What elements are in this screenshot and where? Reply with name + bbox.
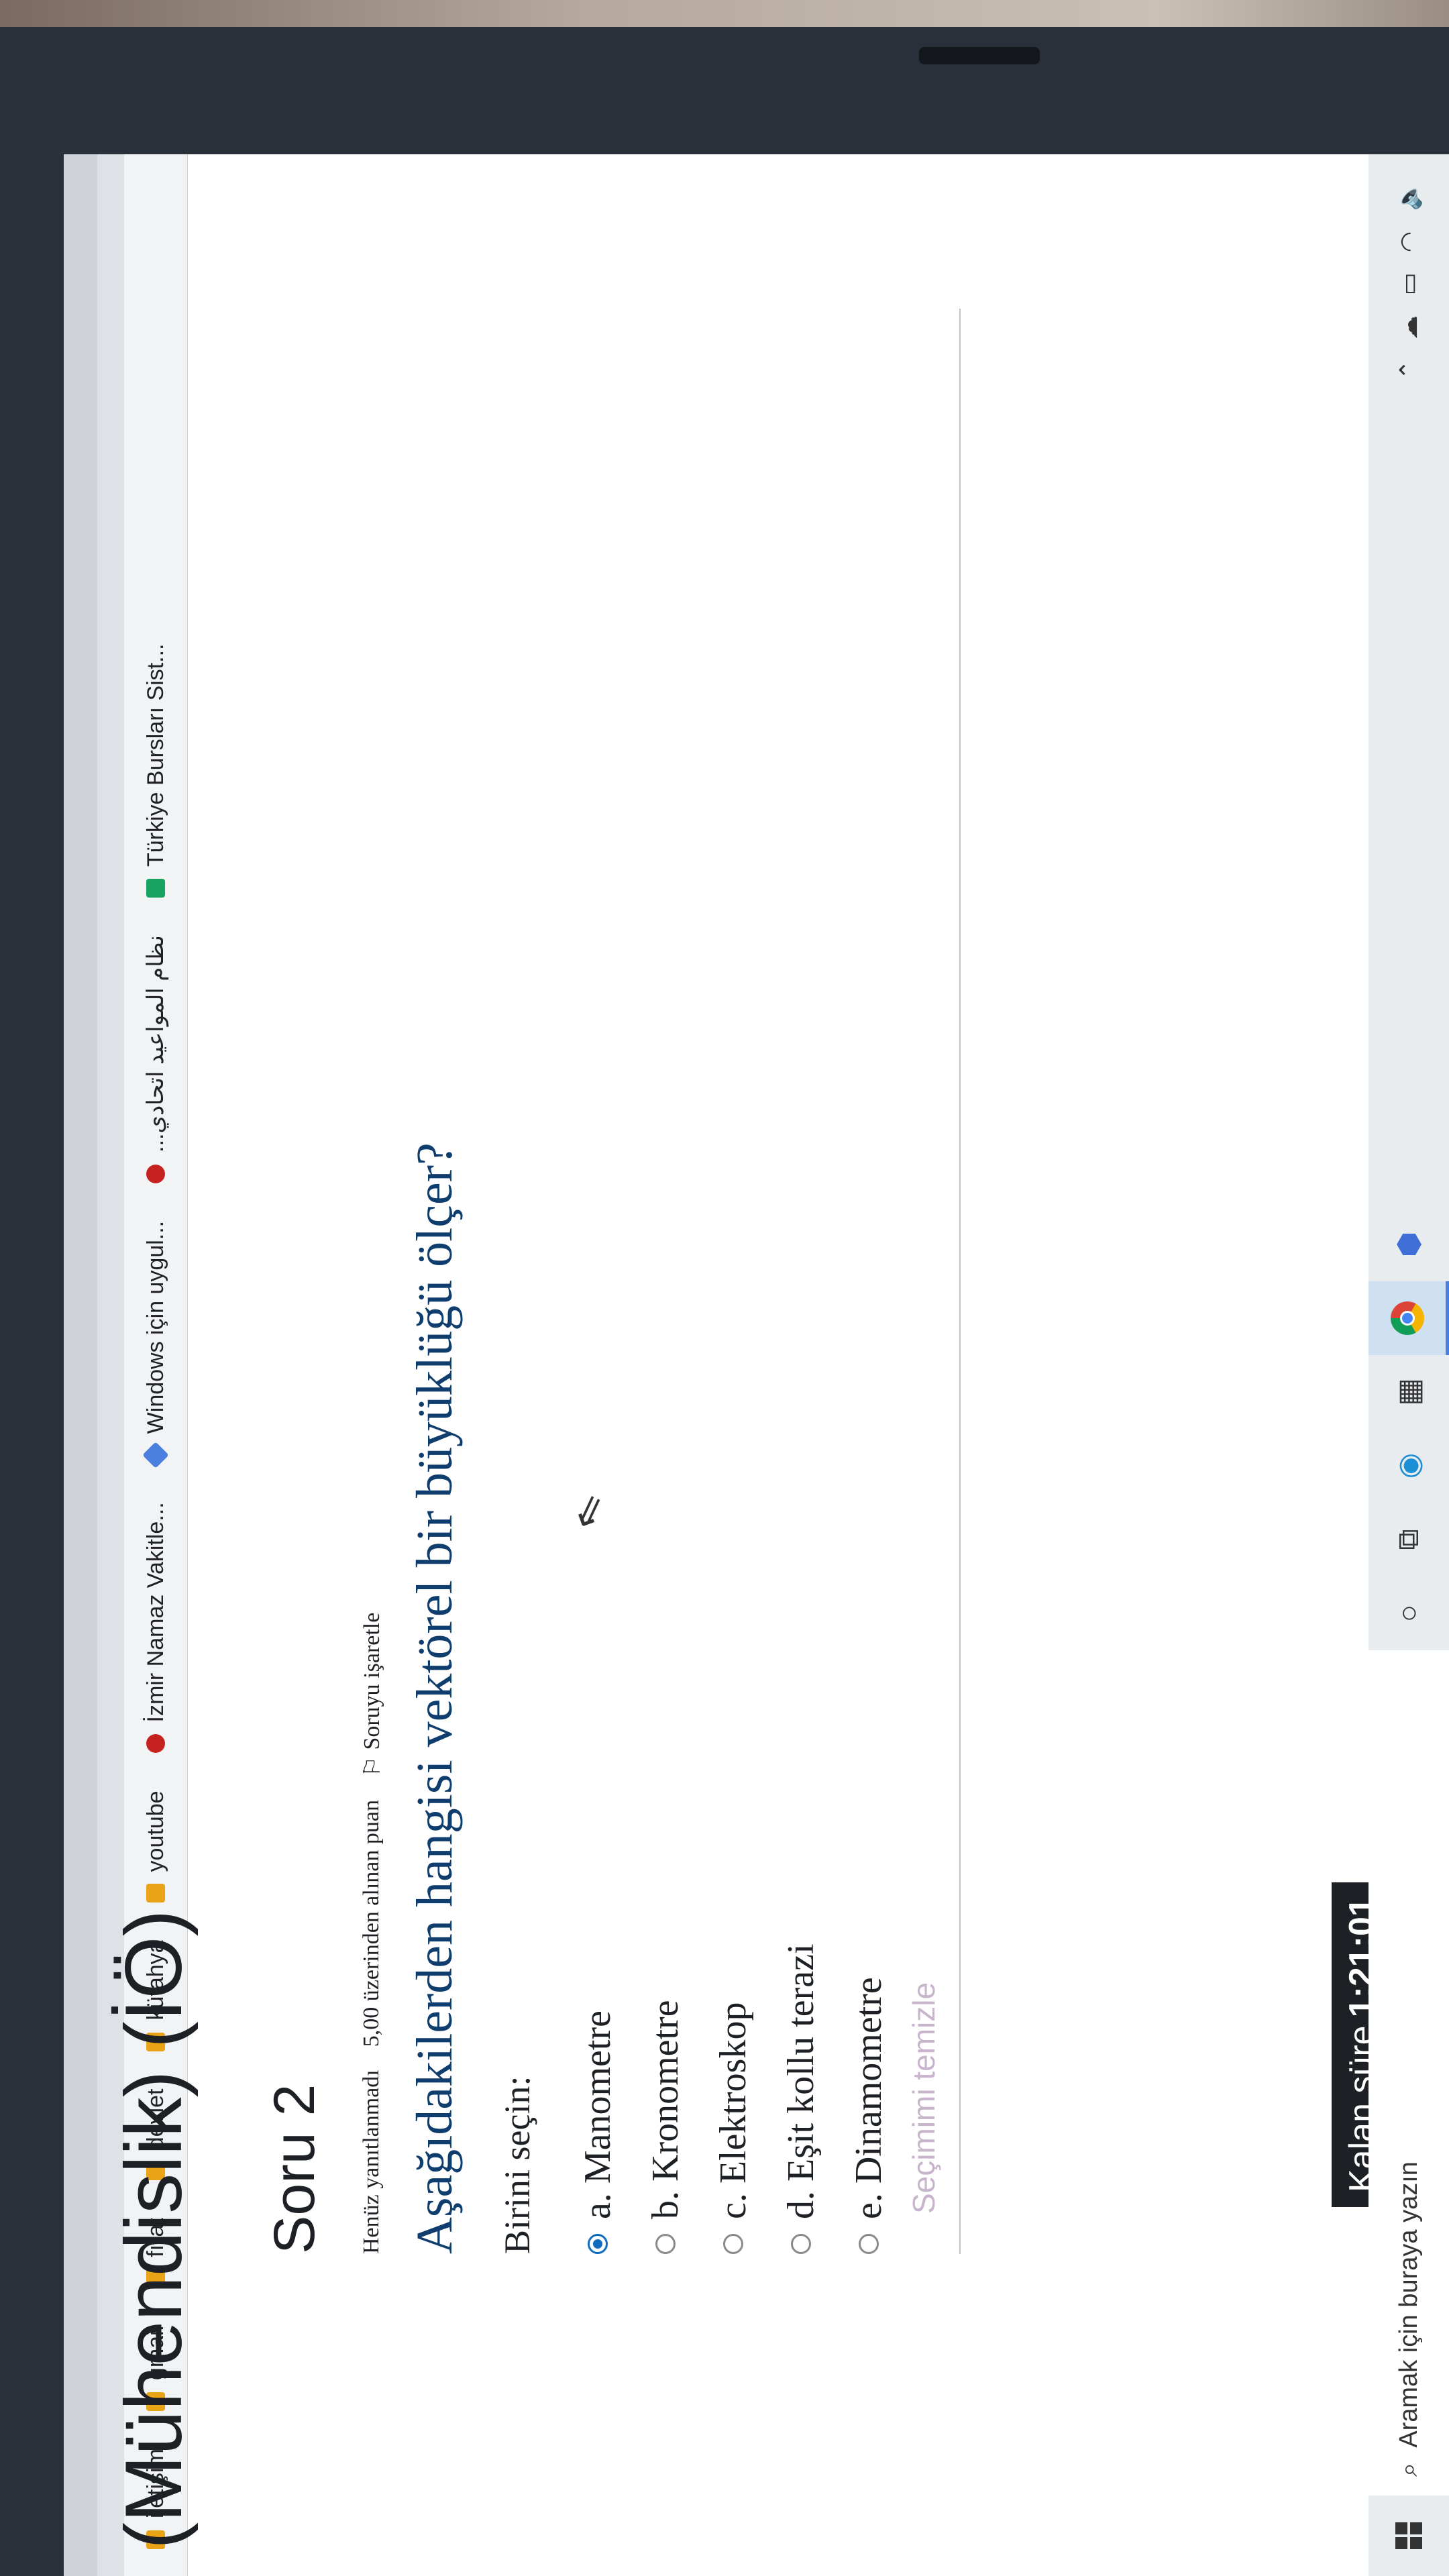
clear-choice-link[interactable]: Seçimimi temizle: [906, 1982, 942, 2214]
browser-tab-strip: [64, 154, 97, 2576]
red-logo-icon: [146, 1164, 165, 1183]
radio-icon[interactable]: [655, 2234, 676, 2254]
question-title: Soru 2: [262, 2084, 327, 2254]
battery-icon[interactable]: ▭: [1395, 272, 1423, 295]
course-title: (Mühendislik) (İÖ): [109, 1909, 199, 2550]
divider: [959, 309, 961, 2254]
radio-icon[interactable]: [858, 2234, 879, 2254]
mouse-cursor-icon: ⇖: [561, 1487, 616, 1536]
option-c[interactable]: c. Elektroskop: [699, 1943, 767, 2254]
volume-icon[interactable]: 🔈: [1395, 181, 1423, 211]
cortana-icon[interactable]: ○: [1368, 1576, 1449, 1650]
question-info: Henüz yanıtlanmadı 5,00 üzerinden alınan…: [359, 1613, 386, 2254]
question-text: Aşağıdakilerden hangisi vektörel bir büy…: [407, 1142, 463, 2254]
flag-icon: ⚐: [360, 1756, 385, 1778]
edge-icon[interactable]: ◉: [1368, 1429, 1449, 1503]
chrome-icon[interactable]: [1368, 1281, 1449, 1355]
bookmark-windows-apps[interactable]: Windows için uygul...: [142, 1221, 169, 1469]
flag-question-button[interactable]: ⚐ Soruyu işaretle: [359, 1613, 386, 1777]
radio-selected-icon[interactable]: [587, 2234, 608, 2254]
start-button[interactable]: [1368, 2496, 1449, 2576]
radio-icon[interactable]: [722, 2234, 743, 2254]
quiz-page: (Mühendislik) (İÖ) Soru 2 Henüz yanıtlan…: [109, 154, 1322, 2576]
answer-prompt: Birini seçin:: [497, 2076, 537, 2254]
windows-taskbar: ⌕ Aramak için buraya yazın ○ ⧉ ◉ ▦ ⬢ ⌃ ☁…: [1368, 154, 1449, 2576]
red-circle-icon: [146, 1734, 165, 1754]
screen-content: iletişim gmail fırat devlet kütahya yout…: [64, 154, 1449, 2576]
system-tray: ⌃ ☁ ▭ ◠ 🔈: [1395, 154, 1423, 380]
task-view-icon[interactable]: ⧉: [1368, 1503, 1449, 1576]
option-e[interactable]: e. Dinamometre: [835, 1943, 902, 2254]
bookmark-appointment-system[interactable]: ...نظام المواعيد اتحادي: [142, 935, 169, 1183]
cloud-icon[interactable]: ☁: [1395, 315, 1423, 339]
flag-label: Soruyu işaretle: [360, 1612, 384, 1750]
green-logo-icon: [146, 879, 165, 898]
search-placeholder: Aramak için buraya yazın: [1394, 2161, 1423, 2448]
chevron-up-icon[interactable]: ⌃: [1395, 360, 1423, 380]
question-points: 5,00 üzerinden alınan puan: [359, 1800, 384, 2047]
windows-logo-icon: [1395, 2522, 1422, 2549]
radio-icon[interactable]: [790, 2234, 811, 2254]
answer-options: a. Manometre b. Kronometre c. Elektrosko…: [564, 1943, 902, 2254]
question-status: Henüz yanıtlanmadı: [359, 2070, 384, 2254]
taskbar-search-box[interactable]: ⌕ Aramak için buraya yazın: [1368, 1650, 1449, 2496]
bookmark-turkiye-burslari[interactable]: Türkiye Bursları Sist...: [143, 644, 169, 898]
search-icon: ⌕: [1394, 2462, 1423, 2477]
option-d[interactable]: d. Eşit kollu terazi: [767, 1943, 835, 2254]
bookmark-izmir-namaz[interactable]: İzmir Namaz Vakitle...: [143, 1502, 169, 1754]
webcam-notch: [919, 47, 1040, 64]
option-b[interactable]: b. Kronometre: [631, 1943, 699, 2254]
option-a[interactable]: a. Manometre: [564, 1943, 631, 2254]
store-icon[interactable]: ▦: [1368, 1355, 1449, 1429]
app-shield-icon[interactable]: ⬢: [1368, 1208, 1449, 1281]
screen: iletişim gmail fırat devlet kütahya yout…: [64, 154, 1449, 2576]
diamond-icon: [142, 1442, 169, 1469]
wifi-icon[interactable]: ◠: [1395, 231, 1423, 252]
bookmark-youtube[interactable]: youtube: [143, 1790, 169, 1903]
folder-icon: [146, 1884, 165, 1903]
